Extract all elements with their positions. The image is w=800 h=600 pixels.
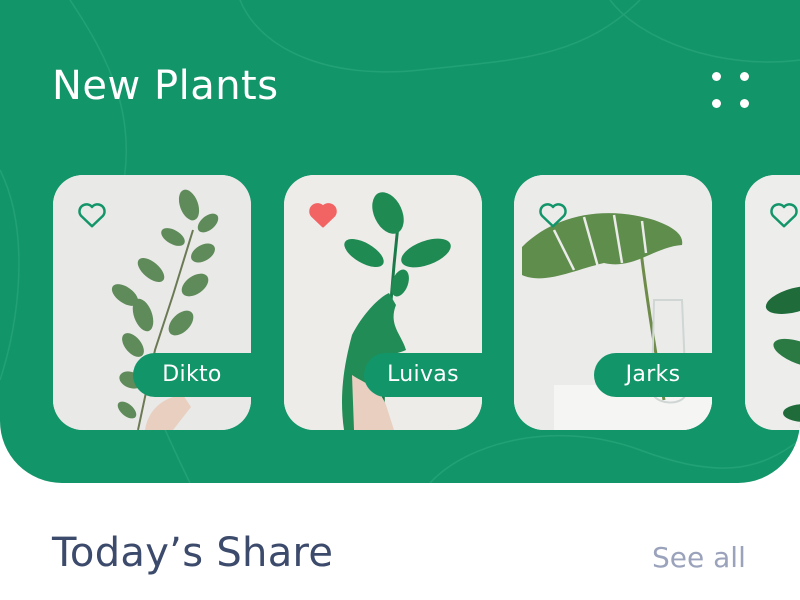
plant-card[interactable]: [745, 175, 800, 430]
grid-menu-icon[interactable]: [706, 66, 756, 116]
plant-card[interactable]: Jarks: [514, 175, 712, 430]
plant-card[interactable]: Dikto: [53, 175, 251, 430]
heart-outline-icon[interactable]: [769, 201, 799, 229]
plant-card[interactable]: Luivas: [284, 175, 482, 430]
plant-name-label: Luivas: [364, 353, 482, 397]
plant-name-label: Dikto: [133, 353, 251, 397]
page-title: New Plants: [52, 63, 279, 109]
menu-dot: [712, 72, 721, 81]
heart-outline-icon[interactable]: [538, 201, 568, 229]
heart-filled-icon[interactable]: [308, 201, 338, 229]
section-title-todays-share: Today’s Share: [52, 530, 334, 576]
plant-name-label: Jarks: [594, 353, 712, 397]
menu-dot: [740, 99, 749, 108]
heart-outline-icon[interactable]: [77, 201, 107, 229]
new-plants-section: New Plants Dikto Luivas Jarks: [0, 0, 800, 483]
menu-dot: [712, 99, 721, 108]
menu-dot: [740, 72, 749, 81]
see-all-link[interactable]: See all: [652, 540, 746, 576]
